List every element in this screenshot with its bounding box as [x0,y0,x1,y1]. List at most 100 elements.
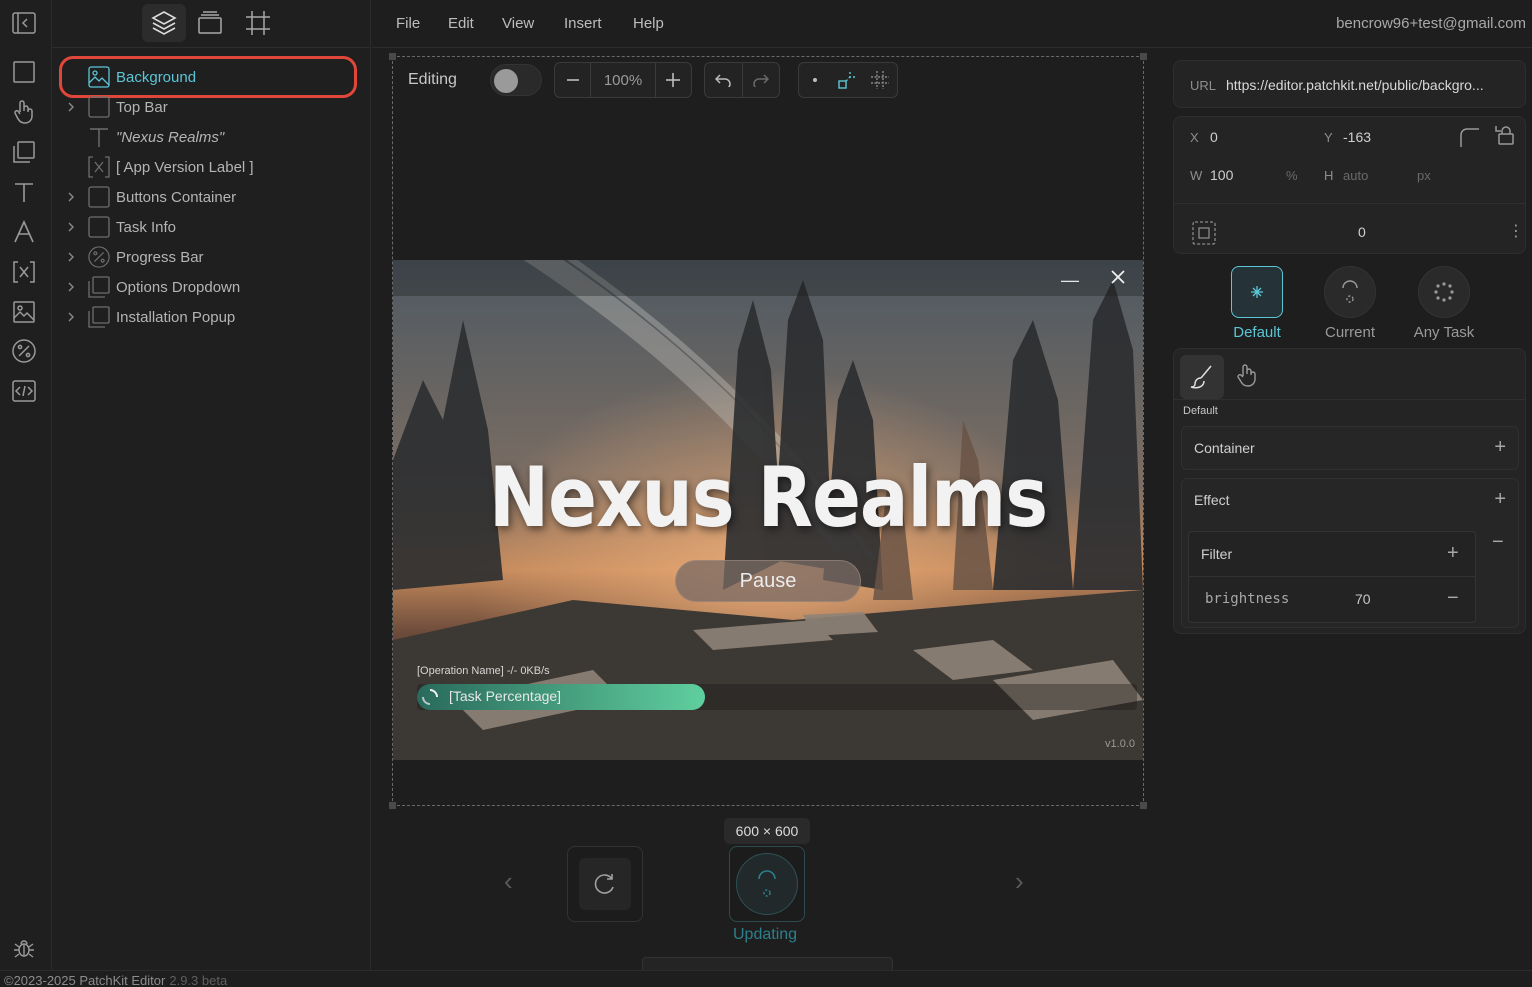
layers-panel: Background Top Bar "Nexus Realms" [ App Ver… [52,0,371,970]
layer-row[interactable]: Installation Popup [66,304,356,330]
duplicate-tool-icon[interactable] [10,138,38,166]
state-card-idle[interactable] [567,846,643,922]
status-bar: ©2023-2025 PatchKit Editor 2.9.3 beta [0,970,1532,987]
layer-label: Top Bar [116,98,168,116]
text-tool-icon[interactable] [10,178,38,206]
more-options-icon[interactable]: ⋮ [1508,221,1524,241]
minimize-icon[interactable]: — [1061,270,1079,291]
remove-filter-icon[interactable]: − [1447,587,1459,610]
menu-view[interactable]: View [502,15,534,32]
state-current-label: Current [1324,324,1376,341]
state-any-task-label: Any Task [1413,324,1475,341]
x-input[interactable]: 0 [1210,129,1218,145]
layer-row[interactable]: "Nexus Realms" [66,124,356,150]
layer-label: Background [116,68,197,86]
tab-frames[interactable] [236,4,280,42]
chevron-right-icon[interactable] [66,311,82,323]
box-icon [88,186,110,208]
tab-layers[interactable] [142,4,186,42]
user-email[interactable]: bencrow96+test@gmail.com [1336,15,1526,32]
chevron-right-icon[interactable] [66,251,82,263]
progress-tool-icon[interactable] [10,337,38,365]
state-default-button[interactable] [1231,266,1283,318]
next-state-icon[interactable]: › [1015,866,1024,897]
redo-icon[interactable] [742,63,779,97]
resize-handle[interactable] [1140,802,1147,809]
chevron-right-icon[interactable] [66,221,82,233]
view-options [798,62,898,98]
layer-row[interactable]: [ App Version Label ] [66,154,356,180]
rectangle-tool-icon[interactable] [10,58,38,86]
layer-row[interactable]: Buttons Container [66,184,356,210]
menu-edit[interactable]: Edit [448,15,474,32]
font-tool-icon[interactable] [10,218,38,246]
pointer-hand-icon[interactable] [1236,363,1258,389]
state-any-task-button[interactable] [1418,266,1470,318]
layer-label: Task Info [116,218,177,236]
effect-section[interactable]: Effect + − Filter + brightness 70 − [1181,478,1519,628]
zoom-level[interactable]: 100% [591,63,654,97]
filter-name[interactable]: brightness [1205,591,1289,607]
mode-label: Default [1183,405,1218,417]
hand-tool-icon[interactable] [10,98,38,126]
add-effect-icon[interactable]: + [1494,488,1506,511]
lock-ratio-icon[interactable] [1495,125,1515,145]
layer-row[interactable]: Background [66,64,356,90]
padding-icon [1192,221,1216,245]
dropdown-icon [88,276,110,298]
brush-icon[interactable] [1180,355,1224,399]
resize-handle[interactable] [389,802,396,809]
chevron-right-icon[interactable] [66,281,82,293]
h-input[interactable]: auto [1343,168,1368,183]
remove-effect-icon[interactable]: − [1492,531,1504,554]
layer-row[interactable]: Task Info [66,214,356,240]
corner-radius-icon[interactable] [1459,127,1481,147]
padding-input[interactable]: 0 [1358,224,1366,240]
bug-icon[interactable] [10,934,38,962]
undo-icon[interactable] [705,63,742,97]
menu-file[interactable]: File [396,15,420,32]
prev-state-icon[interactable]: ‹ [504,866,513,897]
anchor-guide-icon[interactable] [830,63,863,97]
add-filter-icon[interactable]: + [1447,542,1459,565]
grid-toggle-icon[interactable] [864,63,897,97]
resize-handle[interactable] [389,53,396,60]
filter-title: Filter [1201,546,1233,562]
container-section[interactable]: Container + [1181,426,1519,470]
menu-bar: File Edit View Insert Help bencrow96+tes… [372,0,1532,48]
layer-row[interactable]: Options Dropdown [66,274,356,300]
url-field[interactable]: URL https://editor.patchkit.net/public/b… [1173,60,1526,108]
app-title: Nexus Realms [488,448,1048,546]
layer-row[interactable]: Top Bar [66,94,356,120]
tab-pages[interactable] [188,4,232,42]
close-icon[interactable] [1109,268,1127,286]
box-icon [88,216,110,238]
zoom-out-button[interactable] [555,63,590,97]
version-label: v1.0.0 [1105,738,1135,750]
pause-button[interactable]: Pause [675,560,861,602]
menu-insert[interactable]: Insert [564,15,602,32]
chevron-right-icon[interactable] [66,101,82,113]
editing-toggle[interactable] [490,64,542,96]
w-unit[interactable]: % [1286,168,1298,183]
y-label: Y [1324,130,1333,145]
canvas-size-tooltip: 600 × 600 [724,818,810,844]
variable-tool-icon[interactable] [10,258,38,286]
state-current-button[interactable] [1324,266,1376,318]
copyright-text: ©2023-2025 PatchKit Editor [4,973,166,987]
filter-value[interactable]: 70 [1355,591,1371,607]
image-tool-icon[interactable] [10,298,38,326]
collapse-panel-icon[interactable] [10,9,38,37]
resize-handle[interactable] [1140,53,1147,60]
menu-help[interactable]: Help [633,15,664,32]
y-input[interactable]: -163 [1343,129,1371,145]
dot-marker-icon[interactable] [799,63,830,97]
add-container-icon[interactable]: + [1494,436,1506,459]
state-card-updating[interactable] [729,846,805,922]
chevron-right-icon[interactable] [66,191,82,203]
w-input[interactable]: 100 [1210,167,1233,183]
zoom-in-button[interactable] [656,63,691,97]
layer-row[interactable]: Progress Bar [66,244,356,270]
h-unit[interactable]: px [1417,168,1431,183]
code-tool-icon[interactable] [10,377,38,405]
